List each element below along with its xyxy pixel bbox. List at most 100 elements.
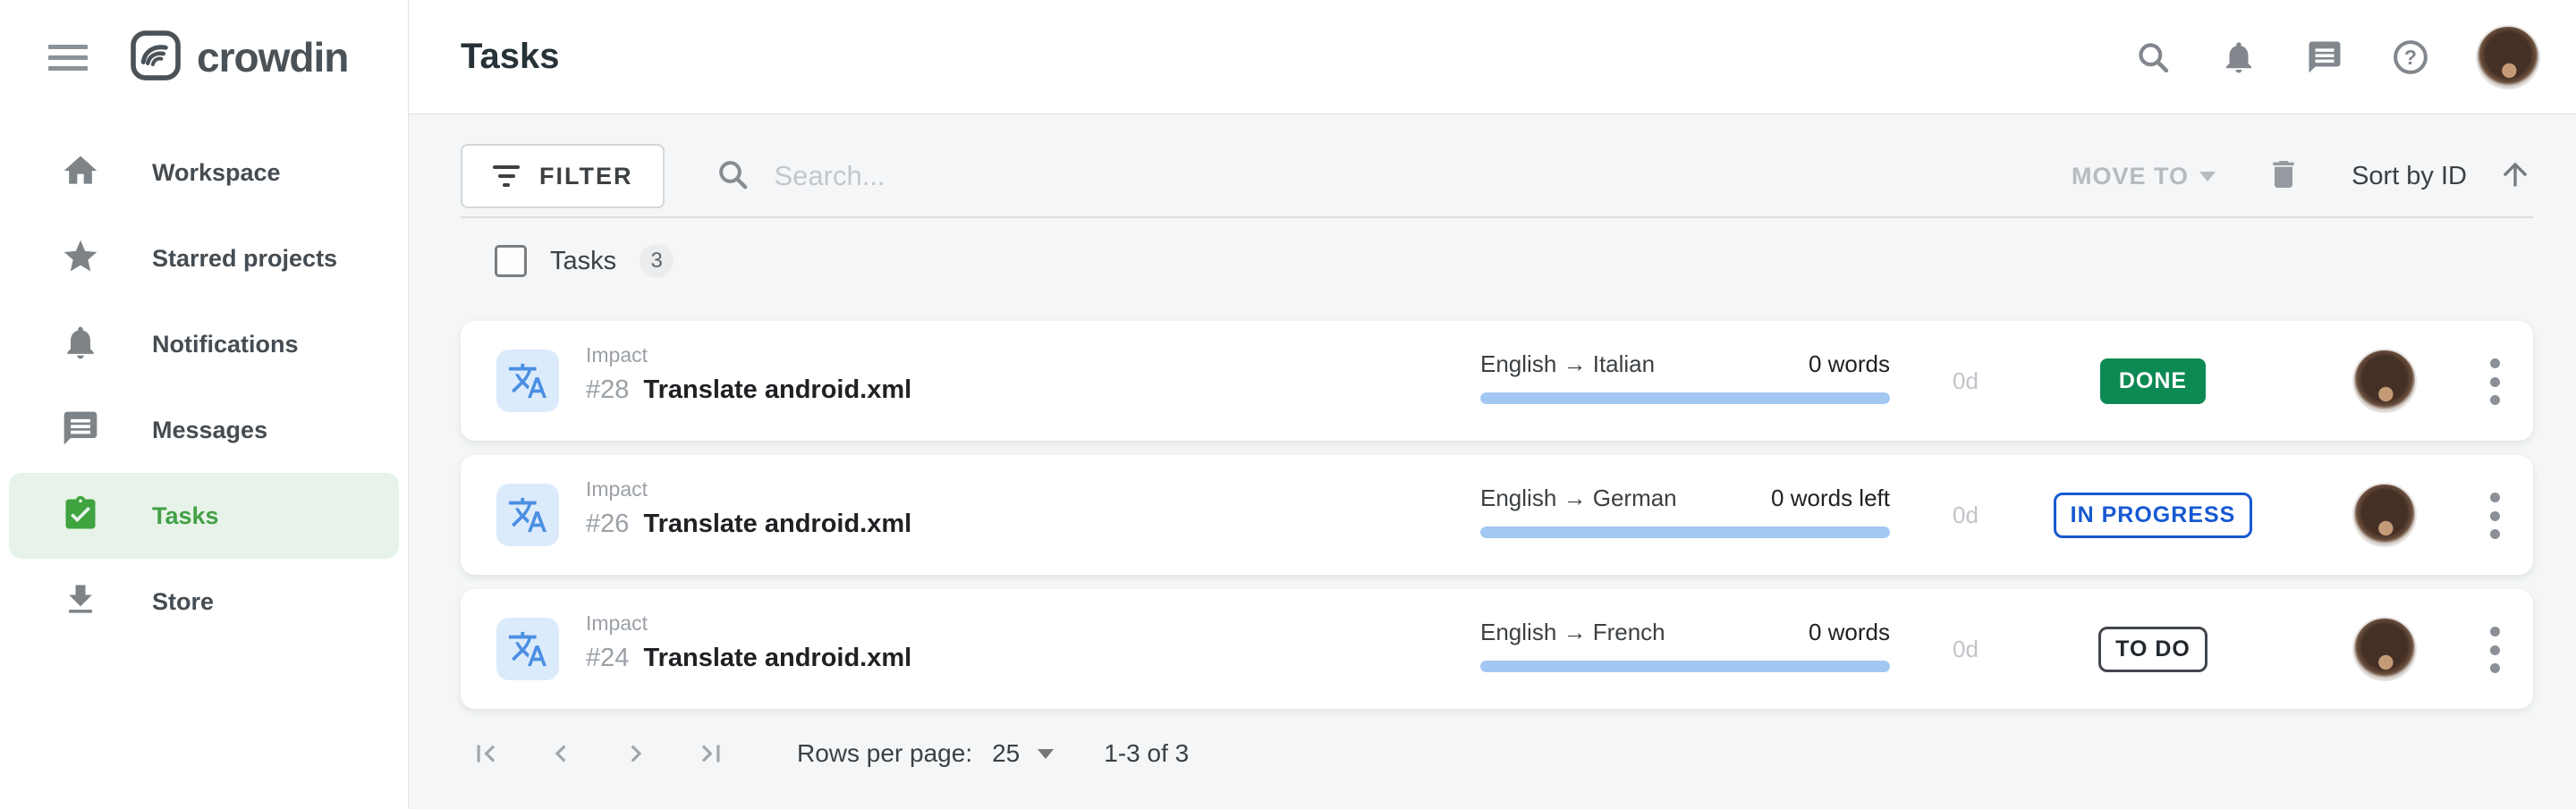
task-list: Impact #28 Translate android.xml English… xyxy=(461,321,2533,709)
rows-per-page-label: Rows per page: xyxy=(797,739,972,768)
svg-text:?: ? xyxy=(2404,46,2417,69)
task-name: Translate android.xml xyxy=(643,375,911,404)
task-id: #26 xyxy=(586,510,629,538)
search-icon[interactable] xyxy=(2132,37,2174,78)
delete-button[interactable] xyxy=(2266,156,2301,197)
task-row[interactable]: Impact #24 Translate android.xml English… xyxy=(461,589,2533,709)
task-status-wrap: TO DO xyxy=(2046,589,2260,709)
task-name: Translate android.xml xyxy=(643,644,911,672)
chevron-down-icon xyxy=(1038,749,1054,759)
task-language-pair: English → German xyxy=(1480,485,1677,512)
chat-icon[interactable] xyxy=(2304,37,2345,78)
status-badge: DONE xyxy=(2100,358,2206,404)
sidebar-item-workspace[interactable]: Workspace xyxy=(9,130,399,215)
task-status-wrap: IN PROGRESS xyxy=(2046,455,2260,575)
chevron-down-icon xyxy=(2199,172,2216,181)
assignee-avatar xyxy=(2352,617,2417,681)
task-row[interactable]: Impact #26 Translate android.xml English… xyxy=(461,455,2533,575)
message-icon xyxy=(61,409,100,452)
main-area: Tasks ? FILTER xyxy=(409,0,2576,809)
tasks-clipboard-icon xyxy=(61,494,100,538)
content-area: FILTER MOVE TO Sort by ID xyxy=(409,114,2576,809)
hamburger-menu-icon[interactable] xyxy=(48,38,88,77)
rows-per-page-select[interactable]: 25 xyxy=(992,739,1054,768)
notifications-bell-icon[interactable] xyxy=(2218,37,2259,78)
task-title-line: #28 Translate android.xml xyxy=(586,375,911,405)
brand-name: crowdin xyxy=(197,33,348,81)
translate-task-icon xyxy=(496,484,559,546)
sidebar-item-label: Notifications xyxy=(152,331,299,358)
task-due: 0d xyxy=(1953,367,1979,395)
sidebar-item-messages[interactable]: Messages xyxy=(9,387,399,473)
header-actions: ? xyxy=(2132,25,2540,89)
sidebar-item-label: Starred projects xyxy=(152,245,337,273)
row-menu-kebab-icon[interactable] xyxy=(2475,625,2514,675)
sidebar-item-store[interactable]: Store xyxy=(9,559,399,645)
move-to-button[interactable]: MOVE TO xyxy=(2072,163,2216,190)
row-menu-kebab-icon[interactable] xyxy=(2475,357,2514,407)
task-due: 0d xyxy=(1953,501,1979,529)
task-text-block: Impact #24 Translate android.xml xyxy=(586,611,911,673)
crowdin-logo[interactable]: crowdin xyxy=(129,29,348,87)
sidebar-logo-row: crowdin xyxy=(0,0,408,114)
task-language-pair: English → Italian xyxy=(1480,350,1655,378)
task-project: Impact xyxy=(586,477,911,501)
filter-button-label: FILTER xyxy=(539,163,632,190)
toolbar: FILTER MOVE TO Sort by ID xyxy=(461,114,2533,207)
pagination-range: 1-3 of 3 xyxy=(1104,739,1189,768)
tasks-count-badge: 3 xyxy=(640,244,674,278)
last-page-button[interactable] xyxy=(686,729,736,779)
status-badge: TO DO xyxy=(2098,627,2207,672)
task-language-pair: English → French xyxy=(1480,619,1665,646)
previous-page-button[interactable] xyxy=(536,729,586,779)
sidebar-item-tasks[interactable]: Tasks xyxy=(9,473,399,559)
sort-by-id-button[interactable]: Sort by ID xyxy=(2351,162,2467,191)
sidebar-item-label: Store xyxy=(152,588,214,616)
progress-bar xyxy=(1480,661,1890,672)
help-icon[interactable]: ? xyxy=(2390,37,2431,78)
bell-icon xyxy=(61,323,100,367)
task-due: 0d xyxy=(1953,636,1979,663)
task-id: #28 xyxy=(586,375,629,404)
sidebar-item-label: Tasks xyxy=(152,502,219,530)
progress-bar xyxy=(1480,527,1890,538)
page-title: Tasks xyxy=(461,37,559,77)
search-input[interactable] xyxy=(774,160,1400,192)
task-status-wrap: DONE xyxy=(2046,321,2260,441)
assignee-avatar xyxy=(2352,483,2417,547)
crowdin-logo-icon xyxy=(129,29,182,87)
move-to-label: MOVE TO xyxy=(2072,163,2189,190)
task-text-block: Impact #26 Translate android.xml xyxy=(586,477,911,539)
task-id: #24 xyxy=(586,644,629,672)
task-progress-block: English → Italian 0 words xyxy=(1480,350,1890,404)
sidebar-item-starred-projects[interactable]: Starred projects xyxy=(9,215,399,301)
translate-task-icon xyxy=(496,618,559,680)
next-page-button[interactable] xyxy=(611,729,661,779)
status-badge: IN PROGRESS xyxy=(2054,493,2253,538)
task-words-count: 0 words left xyxy=(1771,485,1890,512)
first-page-button[interactable] xyxy=(461,729,511,779)
sort-control: Sort by ID xyxy=(2351,156,2533,197)
rows-per-page-value: 25 xyxy=(992,739,1020,768)
top-header: Tasks ? xyxy=(409,0,2576,114)
row-menu-kebab-icon[interactable] xyxy=(2475,491,2514,541)
sort-direction-arrow-up-icon[interactable] xyxy=(2497,156,2533,197)
sidebar-item-notifications[interactable]: Notifications xyxy=(9,301,399,387)
task-words-count: 0 words xyxy=(1809,350,1890,378)
star-icon xyxy=(61,237,100,281)
filter-icon xyxy=(493,160,520,192)
sidebar-item-label: Workspace xyxy=(152,159,281,187)
select-all-row: Tasks 3 xyxy=(461,240,2533,282)
task-row[interactable]: Impact #28 Translate android.xml English… xyxy=(461,321,2533,441)
filter-button[interactable]: FILTER xyxy=(461,144,665,208)
sidebar-nav: Workspace Starred projects Notifications… xyxy=(0,114,408,645)
user-avatar[interactable] xyxy=(2476,25,2540,89)
task-text-block: Impact #28 Translate android.xml xyxy=(586,343,911,405)
task-title-line: #24 Translate android.xml xyxy=(586,644,911,673)
list-header-label: Tasks xyxy=(550,247,616,276)
toolbar-divider xyxy=(461,216,2533,218)
task-name: Translate android.xml xyxy=(643,510,911,538)
assignee-avatar xyxy=(2352,349,2417,413)
task-progress-block: English → German 0 words left xyxy=(1480,485,1890,538)
select-all-checkbox[interactable] xyxy=(495,245,527,277)
